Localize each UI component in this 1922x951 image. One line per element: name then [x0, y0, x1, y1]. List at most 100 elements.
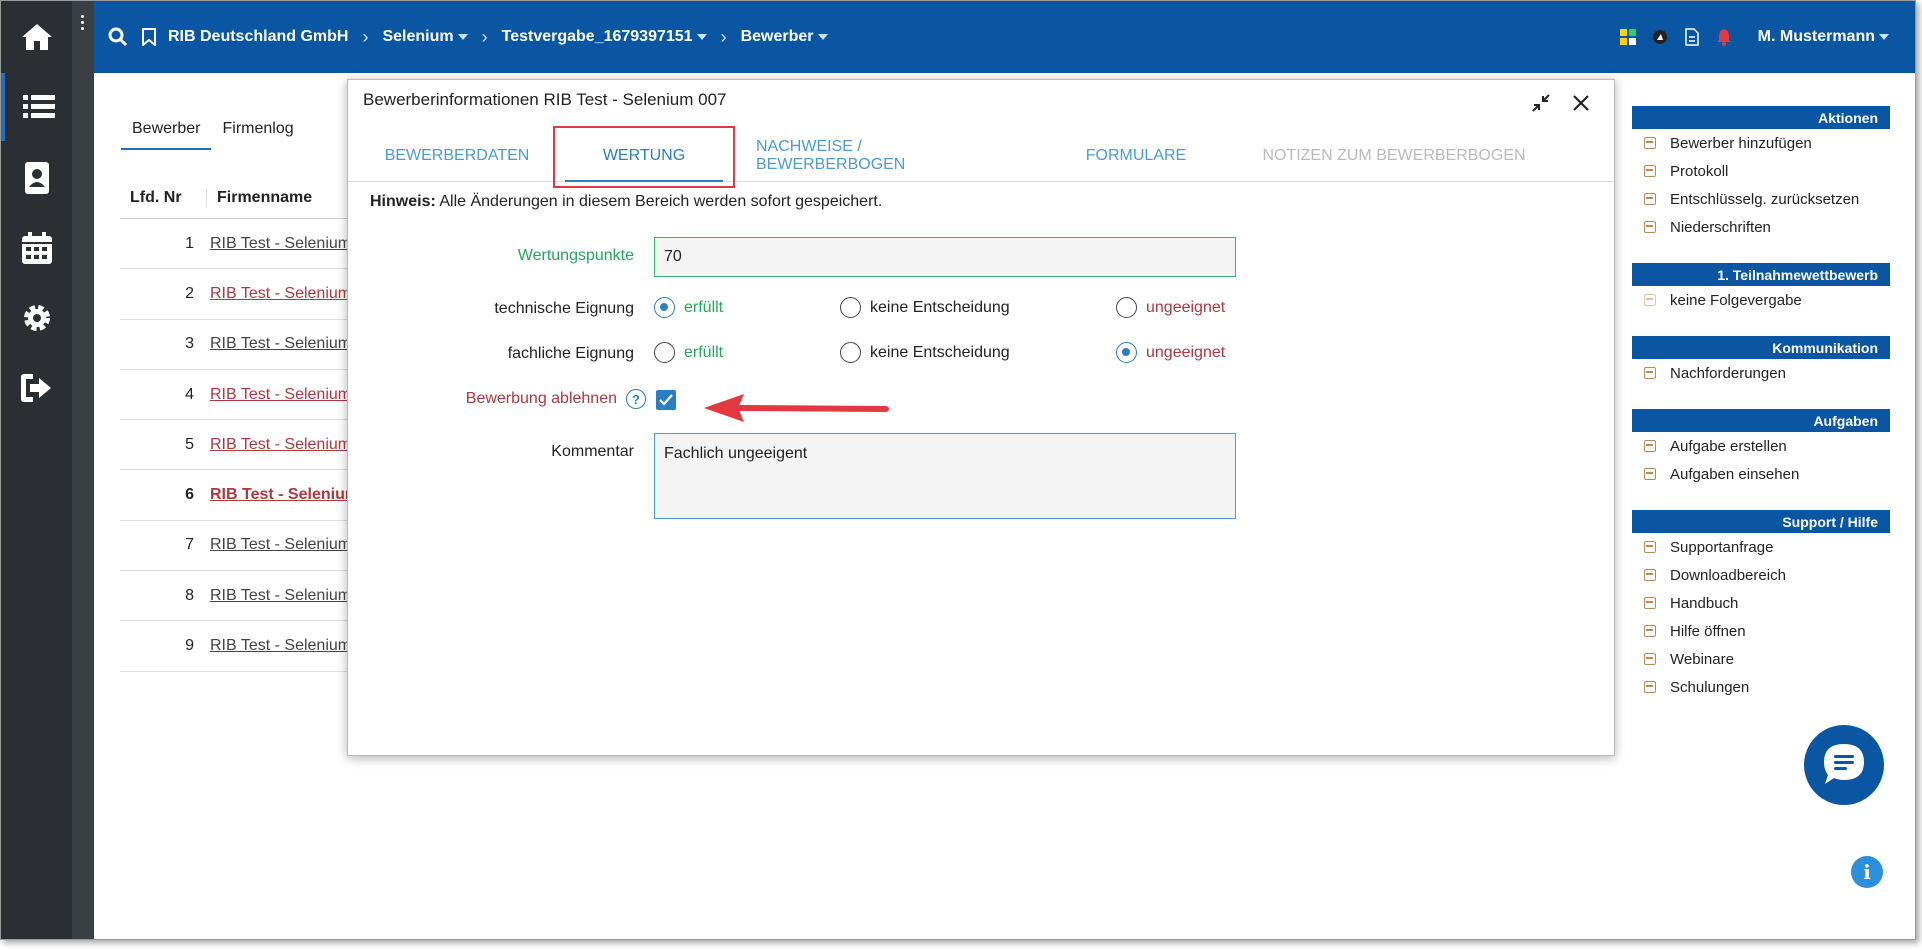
actions-panel: Aktionen Bewerber hinzufügen Protokoll E…: [1632, 106, 1890, 723]
page-icon: [1644, 597, 1656, 609]
company-link[interactable]: RIB Test - Selenium: [210, 386, 351, 403]
nav-contacts[interactable]: [1, 144, 72, 212]
logout-icon: [20, 374, 51, 402]
action-label: keine Folgevergabe: [1670, 291, 1802, 309]
action-label: Aufgabe erstellen: [1670, 437, 1787, 455]
tech-radio-erfuellt[interactable]: erfüllt: [654, 297, 723, 318]
action-entschluesselung-zuruecksetzen[interactable]: Entschlüsselg. zurücksetzen: [1632, 185, 1890, 213]
action-aufgabe-erstellen[interactable]: Aufgabe erstellen: [1632, 432, 1890, 460]
action-label: Downloadbereich: [1670, 566, 1786, 584]
fach-radio-erfuellt[interactable]: erfüllt: [654, 342, 723, 363]
collapse-icon: [1532, 94, 1550, 112]
section-kommunikation: Kommunikation Nachforderungen: [1632, 336, 1890, 387]
bewerbung-ablehnen-checkbox[interactable]: [656, 390, 676, 410]
action-niederschriften[interactable]: Niederschriften: [1632, 213, 1890, 241]
table-row: 6 RIB Test - Selenium: [120, 470, 380, 521]
nav-settings[interactable]: [1, 284, 72, 352]
help-icon[interactable]: ?: [626, 389, 646, 409]
action-aufgaben-einsehen[interactable]: Aufgaben einsehen: [1632, 460, 1890, 488]
breadcrumb-org[interactable]: RIB Deutschland GmbH: [168, 28, 348, 46]
action-nachforderungen[interactable]: Nachforderungen: [1632, 359, 1890, 387]
fach-radio-keine[interactable]: keine Entscheidung: [840, 342, 1010, 363]
row-number: 8: [185, 586, 194, 604]
hint-text: Hinweis: Alle Änderungen in diesem Berei…: [370, 193, 882, 211]
row-number: 6: [185, 486, 194, 504]
wertungspunkte-input[interactable]: 70: [654, 237, 1236, 277]
row-number: 5: [185, 435, 194, 453]
tech-radio-keine[interactable]: keine Entscheidung: [840, 297, 1010, 318]
document-icon[interactable]: [1684, 28, 1700, 46]
nav-calendar[interactable]: [1, 214, 72, 282]
section-aktionen: Aktionen Bewerber hinzufügen Protokoll E…: [1632, 106, 1890, 241]
caret-down-icon: [457, 34, 468, 40]
action-label: Nachforderungen: [1670, 364, 1786, 382]
company-link[interactable]: RIB Test - Selenium: [210, 436, 351, 453]
minimize-button[interactable]: [1528, 90, 1554, 116]
action-keine-folgevergabe[interactable]: keine Folgevergabe: [1632, 286, 1890, 314]
contact-book-icon: [24, 162, 49, 194]
section-title: Aufgaben: [1632, 409, 1890, 432]
page-tabs: Bewerber Firmenlog: [121, 116, 305, 150]
action-bewerber-hinzufuegen[interactable]: Bewerber hinzufügen: [1632, 129, 1890, 157]
info-icon[interactable]: i: [1851, 856, 1883, 888]
caret-down-icon: [696, 34, 707, 40]
tech-radio-ungeeignet[interactable]: ungeeignet: [1116, 297, 1225, 318]
action-schulungen[interactable]: Schulungen: [1632, 673, 1890, 701]
company-link[interactable]: RIB Test - Selenium: [210, 637, 351, 654]
bell-icon[interactable]: [1716, 28, 1732, 46]
table-row: 9 RIB Test - Selenium: [120, 621, 380, 672]
hint-message: Alle Änderungen in diesem Bereich werden…: [435, 193, 883, 210]
close-icon: [1573, 95, 1589, 111]
fach-radio-ungeeignet[interactable]: ungeeignet: [1116, 342, 1225, 363]
breadcrumb-bewerber[interactable]: Bewerber: [741, 28, 828, 46]
nav-list[interactable]: [1, 73, 72, 141]
user-menu[interactable]: M. Mustermann: [1758, 28, 1889, 46]
company-link[interactable]: RIB Test - Selenium: [210, 587, 351, 604]
table-row: 8 RIB Test - Selenium: [120, 571, 380, 622]
action-supportanfrage[interactable]: Supportanfrage: [1632, 533, 1890, 561]
section-title: 1. Teilnahmewettbewerb: [1632, 263, 1890, 286]
home-icon: [21, 24, 52, 50]
page-icon: [1644, 681, 1656, 693]
radio-selected: [654, 297, 675, 318]
action-webinare[interactable]: Webinare: [1632, 645, 1890, 673]
breadcrumb-selenium[interactable]: Selenium: [382, 28, 468, 46]
column-header-nr[interactable]: Lfd. Nr: [120, 189, 206, 207]
compass-icon[interactable]: [1652, 29, 1668, 45]
gear-icon: [23, 305, 50, 331]
tab-formulare[interactable]: FORMULARE: [1068, 130, 1204, 182]
kommentar-textarea[interactable]: Fachlich ungeeigent: [654, 433, 1236, 519]
company-link[interactable]: RIB Test - Selenium: [210, 486, 359, 503]
breadcrumb-separator: ›: [481, 26, 488, 47]
chat-button[interactable]: [1804, 725, 1884, 805]
apps-icon[interactable]: [1619, 29, 1636, 45]
company-link[interactable]: RIB Test - Selenium: [210, 235, 351, 252]
page-icon: [1644, 137, 1656, 149]
action-hilfe-oeffnen[interactable]: Hilfe öffnen: [1632, 617, 1890, 645]
annotation-arrow-icon: [704, 394, 889, 422]
action-handbuch[interactable]: Handbuch: [1632, 589, 1890, 617]
tab-firmenlog[interactable]: Firmenlog: [211, 116, 304, 150]
tab-bewerber[interactable]: Bewerber: [121, 116, 212, 150]
nav-home[interactable]: [1, 3, 72, 71]
page-icon: [1644, 569, 1656, 581]
bookmark-icon[interactable]: [142, 28, 156, 46]
radio-unselected: [840, 297, 861, 318]
nav-collapse-strip[interactable]: [72, 1, 94, 939]
tab-bewerberdaten[interactable]: BEWERBERDATEN: [374, 130, 540, 182]
action-downloadbereich[interactable]: Downloadbereich: [1632, 561, 1890, 589]
left-nav: [1, 1, 72, 939]
tab-nachweise[interactable]: NACHWEISE / BEWERBERBOGEN: [756, 130, 1012, 182]
topbar-actions: M. Mustermann: [1619, 1, 1889, 73]
radio-label: ungeeignet: [1146, 298, 1226, 316]
breadcrumb-testvergabe[interactable]: Testvergabe_1679397151: [502, 28, 707, 46]
nav-logout[interactable]: [1, 354, 72, 422]
company-link[interactable]: RIB Test - Selenium: [210, 536, 351, 553]
action-label: Webinare: [1670, 650, 1734, 668]
action-protokoll[interactable]: Protokoll: [1632, 157, 1890, 185]
company-link[interactable]: RIB Test - Selenium: [210, 335, 351, 352]
search-icon[interactable]: [108, 27, 128, 47]
company-link[interactable]: RIB Test - Selenium: [210, 285, 351, 302]
close-button[interactable]: [1568, 90, 1594, 116]
section-teilnahmewettbewerb: 1. Teilnahmewettbewerb keine Folgevergab…: [1632, 263, 1890, 314]
